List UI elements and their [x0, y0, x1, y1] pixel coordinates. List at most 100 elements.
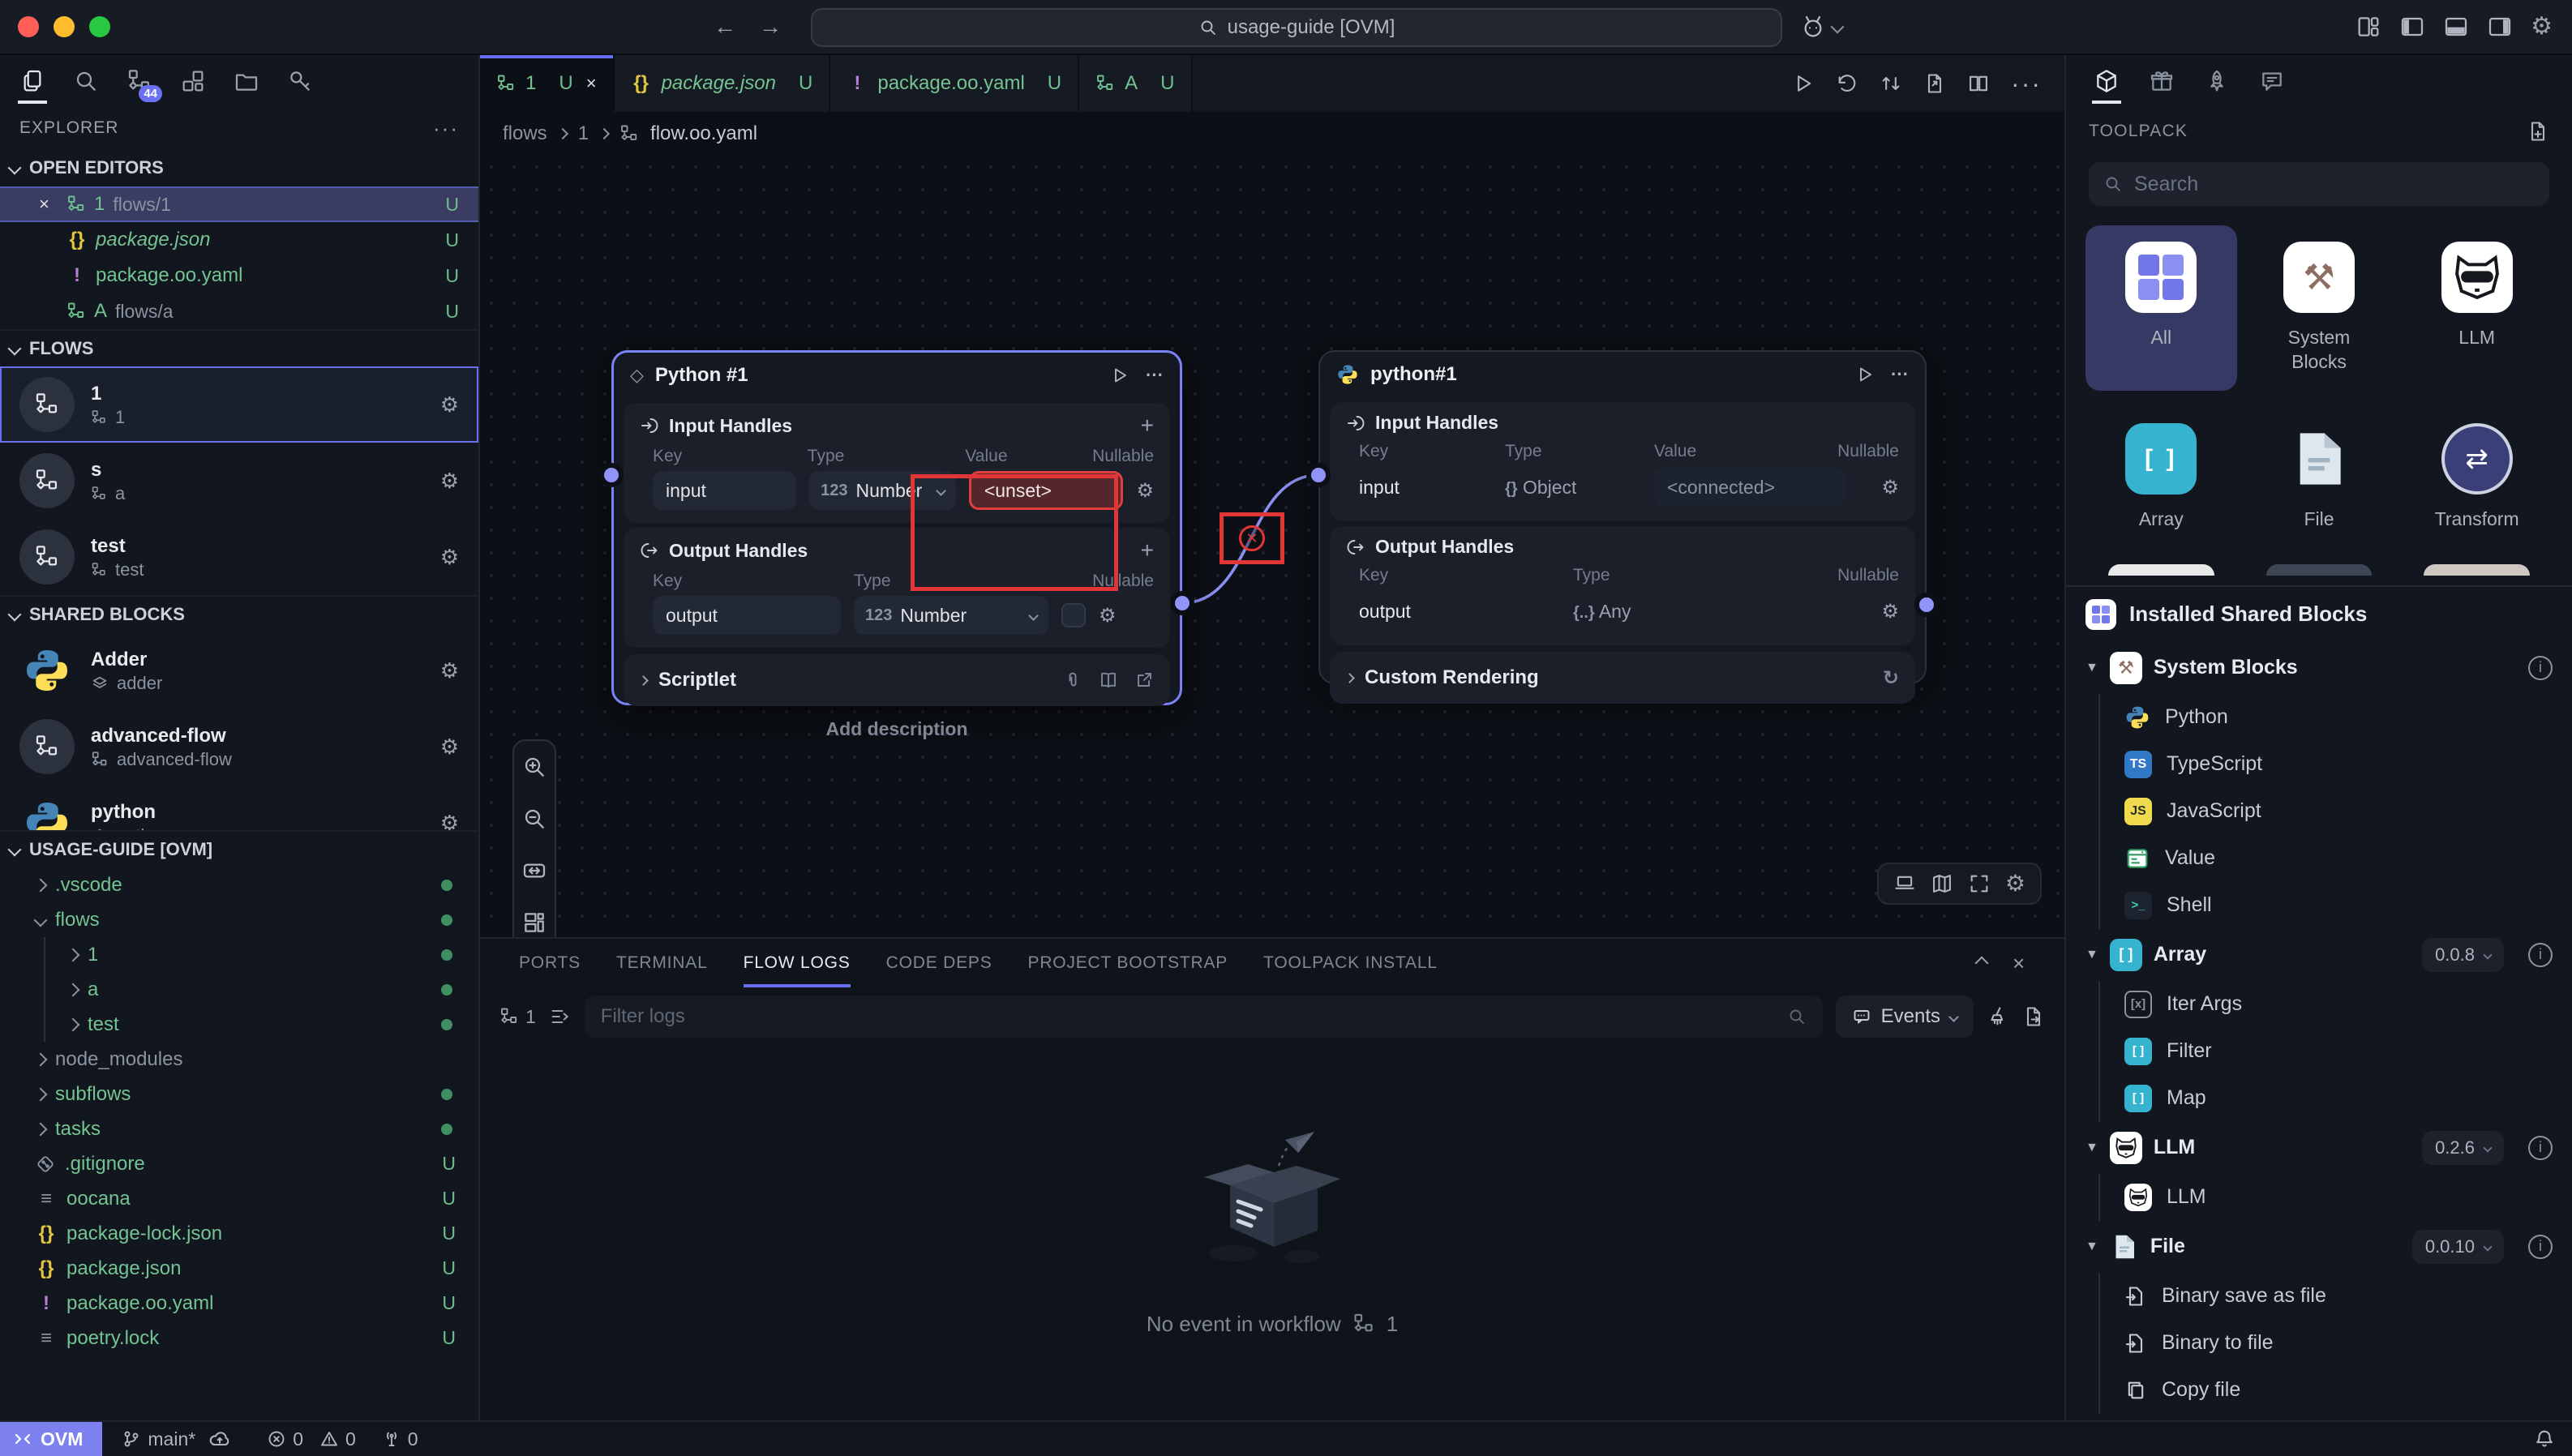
node-python-hash1[interactable]: python#1 ··· Input Handles Key: [1318, 350, 1927, 684]
run-node-icon[interactable]: [1110, 365, 1130, 386]
tab-flow-a[interactable]: A U: [1079, 55, 1192, 112]
fullscreen-icon[interactable]: [1968, 872, 1991, 895]
open-editor-item[interactable]: ! package.oo.yaml U: [0, 258, 478, 293]
block-item-binary-save[interactable]: Binary save as file: [2085, 1273, 2553, 1320]
node-more-icon[interactable]: ···: [1146, 365, 1164, 386]
open-editor-item[interactable]: × 1 flows/1 U: [0, 186, 478, 222]
scriptlet-section[interactable]: Scriptlet: [624, 654, 1170, 706]
tree-item[interactable]: !package.oo.yamlU: [0, 1286, 478, 1321]
flow-settings-gear-icon[interactable]: ⚙: [440, 545, 459, 570]
log-list-icon[interactable]: [549, 1005, 572, 1028]
input-port[interactable]: [604, 468, 619, 482]
category-transform[interactable]: ⇄ Transform: [2401, 407, 2553, 548]
flow-card[interactable]: 1 1 ⚙: [0, 366, 478, 443]
close-window-button[interactable]: [18, 16, 39, 37]
output-key-field[interactable]: output: [653, 596, 841, 635]
explorer-icon[interactable]: [13, 58, 52, 104]
nullable-checkbox[interactable]: [1061, 603, 1086, 627]
clear-logs-broom-icon[interactable]: [1987, 1005, 2009, 1028]
refresh-icon[interactable]: ↻: [1883, 666, 1899, 690]
version-select[interactable]: 0.0.10: [2412, 1230, 2504, 1264]
block-settings-gear-icon[interactable]: ⚙: [440, 734, 459, 760]
export-logs-icon[interactable]: [2022, 1005, 2045, 1028]
tree-item[interactable]: tasks: [0, 1111, 478, 1146]
add-output-icon[interactable]: +: [1141, 537, 1154, 563]
zoom-out-icon[interactable]: [521, 799, 547, 838]
flow-settings-gear-icon[interactable]: ⚙: [440, 469, 459, 494]
git-branch-status[interactable]: main*: [122, 1428, 231, 1450]
shared-block-card[interactable]: advanced-flow advanced-flow ⚙: [0, 709, 478, 785]
category-llm[interactable]: LLM: [2401, 225, 2553, 391]
settings-gear-icon[interactable]: ⚙: [2531, 15, 2553, 39]
sync-cloud-icon[interactable]: [208, 1428, 231, 1450]
more-actions-icon[interactable]: ···: [2011, 69, 2042, 99]
blocks-icon[interactable]: [174, 58, 212, 104]
shared-block-card[interactable]: python python ⚙: [0, 785, 478, 830]
workspace-section-header[interactable]: USAGE-GUIDE [OVM]: [0, 830, 478, 867]
close-editor-icon[interactable]: ×: [39, 194, 58, 215]
add-input-icon[interactable]: +: [1141, 413, 1154, 439]
open-editor-item[interactable]: A flows/a U: [0, 293, 478, 329]
input-port[interactable]: [1311, 468, 1326, 482]
block-settings-gear-icon[interactable]: ⚙: [440, 658, 459, 683]
info-icon[interactable]: i: [2528, 1235, 2553, 1259]
handle-gear-icon[interactable]: ⚙: [1136, 479, 1154, 503]
node-more-icon[interactable]: ···: [1891, 364, 1909, 385]
block-item-copy-file[interactable]: Copy file: [2085, 1367, 2553, 1414]
block-item-python[interactable]: Python: [2085, 694, 2553, 741]
tree-item[interactable]: node_modules: [0, 1042, 478, 1077]
fit-view-icon[interactable]: [521, 851, 547, 890]
version-select[interactable]: 0.2.6: [2422, 1131, 2504, 1165]
section-header[interactable]: ▼ File 0.0.10 i: [2085, 1221, 2553, 1273]
panel-collapse-icon[interactable]: [1975, 957, 1989, 970]
toggle-secondary-sidebar-icon[interactable]: [2487, 14, 2513, 40]
open-editor-item[interactable]: {} package.json U: [0, 222, 478, 258]
edge-error-icon[interactable]: ✕: [1239, 525, 1265, 551]
panel-tab-code-deps[interactable]: CODE DEPS: [886, 939, 992, 987]
version-select[interactable]: 0.0.8: [2422, 938, 2504, 972]
category-system-blocks[interactable]: ⚒ System Blocks: [2244, 225, 2395, 391]
gift-icon[interactable]: [2144, 58, 2180, 104]
panel-close-icon[interactable]: ×: [2013, 951, 2025, 976]
zoom-in-icon[interactable]: [521, 747, 547, 786]
tree-item[interactable]: 1: [0, 937, 478, 972]
events-filter-select[interactable]: Events: [1836, 996, 1974, 1038]
tree-item[interactable]: {}package.jsonU: [0, 1251, 478, 1286]
run-node-icon[interactable]: [1855, 364, 1875, 385]
output-port[interactable]: [1919, 597, 1934, 612]
node-python-1[interactable]: ◇ Python #1 ··· Input Handles +: [611, 350, 1182, 705]
ovm-remote-button[interactable]: OVM: [0, 1422, 102, 1456]
info-icon[interactable]: i: [2528, 943, 2553, 967]
handle-gear-icon[interactable]: ⚙: [1881, 600, 1899, 623]
docs-book-icon[interactable]: [1099, 670, 1118, 690]
handle-gear-icon[interactable]: ⚙: [1881, 476, 1899, 499]
tab-flow-1[interactable]: 1 U ×: [480, 55, 615, 112]
add-toolpack-file-icon[interactable]: [2527, 120, 2549, 143]
block-item-binary-to-file[interactable]: Binary to file: [2085, 1320, 2553, 1367]
category-file[interactable]: File: [2244, 407, 2395, 548]
canvas-settings-gear-icon[interactable]: ⚙: [2005, 872, 2025, 895]
key-icon[interactable]: [281, 58, 319, 104]
section-header[interactable]: ▼ [ ] Array 0.0.8 i: [2085, 929, 2553, 981]
flows-badge-icon[interactable]: 44: [120, 58, 159, 104]
shared-blocks-section-header[interactable]: SHARED BLOCKS: [0, 595, 478, 632]
problems-status[interactable]: 0 0: [267, 1428, 356, 1450]
attach-icon[interactable]: [1063, 670, 1082, 690]
handle-gear-icon[interactable]: ⚙: [1099, 604, 1117, 627]
block-item-javascript[interactable]: JSJavaScript: [2085, 788, 2553, 835]
panel-tab-terminal[interactable]: TERMINAL: [616, 939, 708, 987]
panel-tab-project-bootstrap[interactable]: PROJECT BOOTSTRAP: [1028, 939, 1228, 987]
flow-settings-gear-icon[interactable]: ⚙: [440, 392, 459, 418]
flow-card[interactable]: s a ⚙: [0, 443, 478, 519]
custom-rendering-section[interactable]: Custom Rendering ↻: [1330, 652, 1915, 704]
block-item-typescript[interactable]: TSTypeScript: [2085, 741, 2553, 788]
explorer-more-icon[interactable]: ···: [433, 116, 459, 141]
command-center-search[interactable]: usage-guide [OVM]: [811, 8, 1782, 47]
output-port[interactable]: [1175, 596, 1190, 610]
customize-layout-icon[interactable]: [2356, 14, 2381, 40]
category-array[interactable]: [ ] Array: [2085, 407, 2237, 548]
toolpack-cube-icon[interactable]: [2089, 58, 2124, 104]
notifications-bell-icon[interactable]: [2533, 1428, 2556, 1450]
section-header[interactable]: ▼ LLM 0.2.6 i: [2085, 1122, 2553, 1174]
log-flow-badge[interactable]: 1: [499, 1006, 536, 1028]
